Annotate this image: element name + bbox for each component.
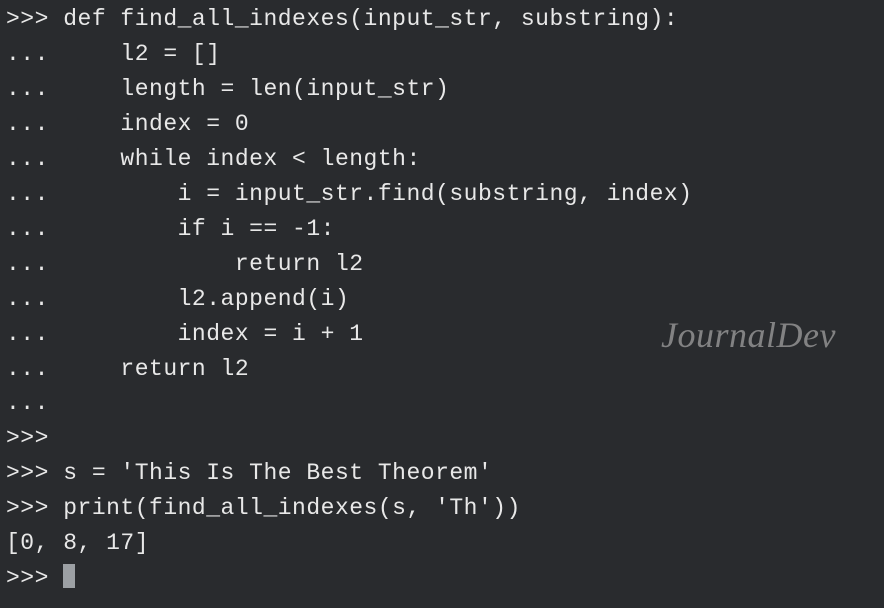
code-line: ... while index < length:: [6, 142, 878, 177]
code-line: >>> s = 'This Is The Best Theorem': [6, 456, 878, 491]
code-line: ... index = 0: [6, 107, 878, 142]
code-line: ... i = input_str.find(substring, index): [6, 177, 878, 212]
code-line: >>>: [6, 421, 878, 456]
code-line: ...: [6, 386, 878, 421]
code-line: ... return l2: [6, 247, 878, 282]
code-line: >>> def find_all_indexes(input_str, subs…: [6, 2, 878, 37]
code-line: >>> print(find_all_indexes(s, 'Th')): [6, 491, 878, 526]
code-line: ... index = i + 1: [6, 317, 878, 352]
code-line: ... if i == -1:: [6, 212, 878, 247]
code-line: ... return l2: [6, 352, 878, 387]
output-line: [0, 8, 17]: [6, 526, 878, 561]
cursor-icon: [63, 564, 75, 588]
code-line: ... l2.append(i): [6, 282, 878, 317]
prompt-line[interactable]: >>>: [6, 561, 878, 596]
prompt-text: >>>: [6, 565, 63, 591]
code-line: ... length = len(input_str): [6, 72, 878, 107]
code-line: ... l2 = []: [6, 37, 878, 72]
terminal-output[interactable]: >>> def find_all_indexes(input_str, subs…: [6, 2, 878, 596]
